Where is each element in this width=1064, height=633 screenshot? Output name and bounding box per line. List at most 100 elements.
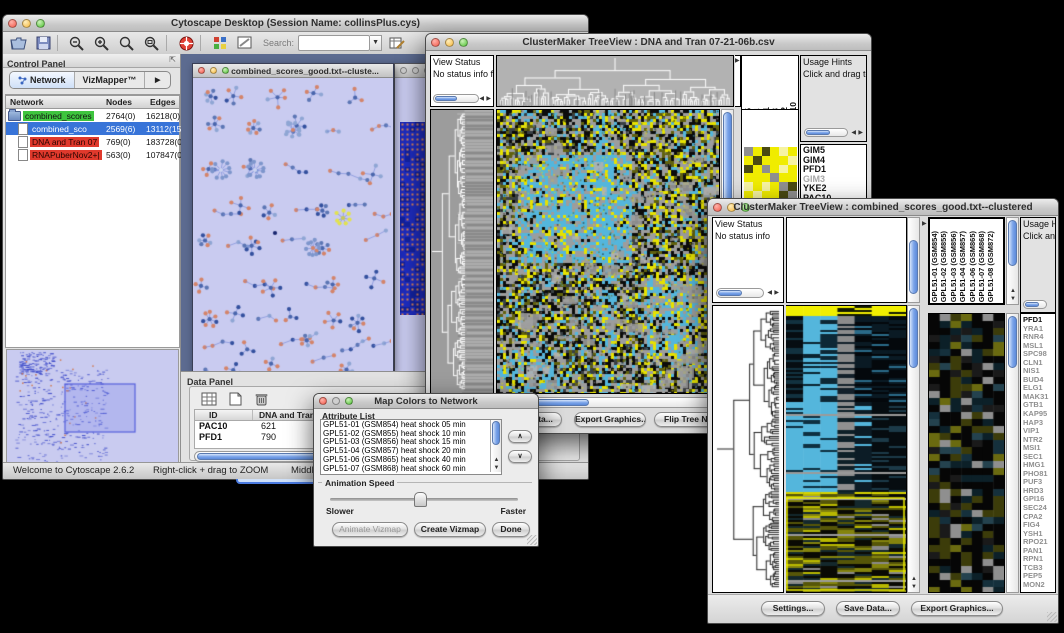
minimize-button[interactable]	[412, 67, 419, 74]
matrix-cell	[744, 173, 753, 182]
export-graphics-button[interactable]: Export Graphics...	[574, 412, 646, 427]
close-button[interactable]	[319, 397, 327, 405]
matrix-cell	[770, 182, 779, 191]
matrix-cell	[762, 165, 771, 174]
heatmap-col-label[interactable]: GPL51-02 (GSM855)	[940, 231, 949, 302]
tab-network[interactable]: Network	[10, 72, 75, 88]
save-icon[interactable]	[33, 34, 53, 52]
tab-vizmapper[interactable]: VizMapper™	[75, 72, 146, 88]
animate-vizmap-button[interactable]: Animate Vizmap	[332, 522, 408, 537]
col-network: Network	[10, 97, 106, 107]
map-colors-icon[interactable]	[210, 34, 230, 52]
create-vizmap-button[interactable]: Create Vizmap	[414, 522, 486, 537]
close-button[interactable]	[431, 38, 440, 47]
move-down-button[interactable]: ∨	[508, 450, 532, 463]
tv2-heatmap[interactable]	[786, 305, 907, 593]
main-titlebar[interactable]: Cytoscape Desktop (Session Name: collins…	[3, 15, 588, 32]
table-edit-icon[interactable]	[387, 34, 407, 52]
tv1-similarity-matrix[interactable]	[744, 147, 797, 200]
close-button[interactable]	[8, 19, 17, 28]
dialog-title: Map Colors to Network	[338, 396, 514, 407]
search-dropdown-icon[interactable]: ▼	[370, 35, 382, 51]
matrix-cell	[762, 156, 771, 165]
heatmap-col-label[interactable]: GPL51-04 (GSM857)	[959, 231, 968, 302]
dialog-titlebar[interactable]: Map Colors to Network	[314, 394, 538, 409]
tv2-top-vscrollbar[interactable]	[907, 217, 920, 303]
network-table-row[interactable]: RNAPuberNov2+|563(0)107847(0)	[6, 148, 179, 161]
network-table-row[interactable]: combined_sco2569(6)13112(15)	[6, 122, 179, 135]
float-panel-icon[interactable]: ⇱	[169, 55, 176, 64]
status-left: Welcome to Cytoscape 2.6.2	[13, 465, 134, 476]
done-button[interactable]: Done	[492, 522, 530, 537]
cell-id: PAC10	[195, 421, 253, 432]
close-button[interactable]	[713, 203, 722, 212]
tv2-gene-list: PFD1YRA1RNR4MSL1SPC98CLN1NIS1BUD4ELG1MAK…	[1021, 314, 1055, 592]
close-button[interactable]	[198, 67, 205, 74]
window-title: Cytoscape Desktop (Session Name: collins…	[27, 18, 564, 29]
zoom-fit-icon[interactable]	[142, 34, 162, 52]
view-status-text: No status info	[713, 230, 783, 242]
tv1-heatmap[interactable]	[496, 109, 720, 394]
tv2-title: ClusterMaker TreeView : combined_scores_…	[732, 202, 1034, 213]
tv1-row-dendrogram[interactable]	[430, 109, 494, 394]
view-status-scrollbar[interactable]	[716, 288, 764, 298]
data-col-id: ID	[195, 410, 253, 420]
control-panel-tabs: Network VizMapper™ ▶	[9, 71, 171, 89]
matrix-cell	[762, 173, 771, 182]
network-canvas[interactable]	[193, 78, 391, 371]
move-up-button[interactable]: ∧	[508, 430, 532, 443]
matrix-cell	[753, 165, 762, 174]
zoom-selected-icon[interactable]	[117, 34, 137, 52]
matrix-cell	[779, 156, 788, 165]
matrix-cell	[770, 173, 779, 182]
zoom-out-icon[interactable]	[67, 34, 87, 52]
matrix-cell	[788, 156, 797, 165]
open-folder-icon[interactable]	[8, 34, 28, 52]
tv2-row-dendrogram[interactable]	[712, 305, 784, 593]
gene-label[interactable]: MON2	[1023, 581, 1053, 590]
birds-eye-view[interactable]	[6, 349, 179, 469]
settings-button[interactable]: Settings...	[761, 601, 825, 616]
resize-grip[interactable]	[527, 535, 537, 545]
minimize-button[interactable]	[210, 67, 217, 74]
cell-id: PFD1	[195, 432, 253, 443]
tv2-secondary-vscrollbar[interactable]	[1006, 313, 1019, 593]
export-graphics-button[interactable]: Export Graphics...	[911, 601, 1003, 616]
help-lifering-icon[interactable]	[176, 34, 196, 52]
network-table-row[interactable]: DNA and Tran 07769(0)183728(0)	[6, 135, 179, 148]
view-status-scrollbar[interactable]	[433, 94, 479, 103]
annotation-icon[interactable]	[235, 34, 255, 52]
matrix-cell	[753, 156, 762, 165]
animation-speed-slider-thumb[interactable]	[414, 492, 427, 507]
resize-grip[interactable]	[1047, 612, 1057, 622]
attribute-list-scrollbar[interactable]: ▲▼	[490, 420, 501, 472]
tv1-column-dendrogram[interactable]	[496, 55, 734, 107]
tv2-view-status: View Status No status info ◀▶	[712, 217, 784, 303]
close-button[interactable]	[400, 67, 407, 74]
network-table-row[interactable]: combined_scores2764(0)16218(0)	[6, 109, 179, 122]
tab-overflow-button[interactable]: ▶	[145, 72, 170, 88]
tv2-col-labels-pane: GPL51-01 (GSM854)GPL51-02 (GSM855)GPL51-…	[928, 217, 1005, 305]
matrix-cell	[779, 182, 788, 191]
tv2-labels-vscrollbar[interactable]: ▲▼	[1006, 217, 1019, 305]
tv1-titlebar[interactable]: ClusterMaker TreeView : DNA and Tran 07-…	[426, 34, 871, 51]
usage-hints-scrollbar[interactable]	[804, 128, 848, 137]
network-edges: 16218(0)	[146, 111, 180, 121]
tv2-titlebar[interactable]: ClusterMaker TreeView : combined_scores_…	[708, 199, 1058, 216]
table-icon[interactable]	[199, 390, 219, 408]
zoom-in-icon[interactable]	[92, 34, 112, 52]
file-icon	[18, 149, 28, 161]
search-input[interactable]	[298, 35, 370, 51]
usage-hints-scrollbar[interactable]	[1023, 300, 1047, 309]
heatmap-col-label[interactable]: GPL51-08 (GSM872)	[987, 231, 996, 302]
faster-label: Faster	[500, 506, 526, 516]
new-document-icon[interactable]	[225, 390, 245, 408]
tv2-secondary-heatmap[interactable]	[928, 313, 1005, 593]
col-edges: Edges	[150, 97, 179, 107]
attribute-list-item[interactable]: GPL51-07 (GSM868) heat shock 60 min	[323, 465, 499, 474]
view-status-text: No status info f	[431, 68, 493, 80]
slower-label: Slower	[326, 506, 354, 516]
save-data-button[interactable]: Save Data...	[836, 601, 900, 616]
tv2-heatmap-vscrollbar[interactable]: ▲▼	[907, 305, 920, 593]
trash-icon[interactable]	[251, 390, 271, 408]
